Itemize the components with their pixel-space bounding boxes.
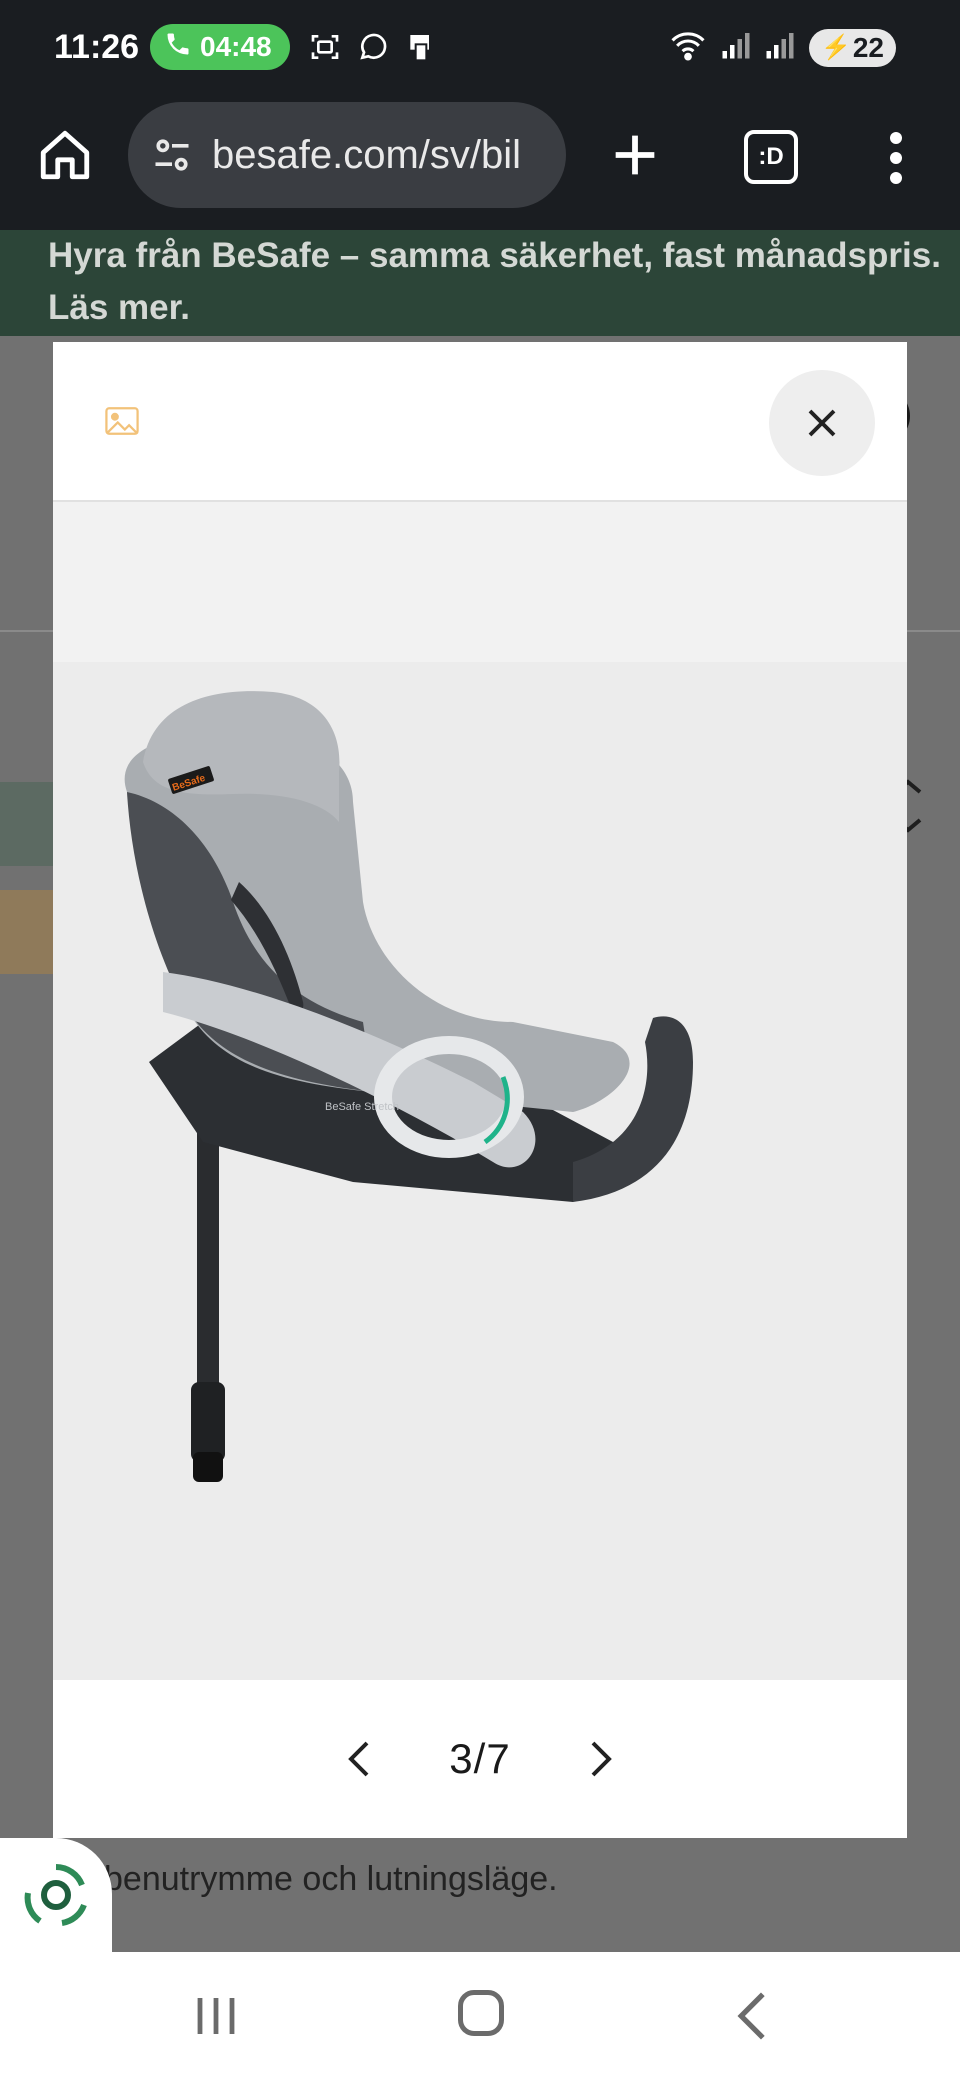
new-tab-button[interactable] bbox=[606, 126, 664, 184]
call-indicator[interactable]: 04:48 bbox=[150, 24, 290, 70]
battery-indicator: ⚡ 22 bbox=[808, 28, 896, 67]
chevron-right-icon bbox=[591, 1741, 612, 1777]
battery-level: 22 bbox=[852, 31, 884, 63]
overflow-menu-button[interactable] bbox=[876, 128, 916, 188]
close-button[interactable] bbox=[769, 370, 875, 476]
image-stage[interactable]: BeSafe BeSafe Stretch bbox=[53, 502, 907, 1680]
eco-badge[interactable] bbox=[0, 1838, 112, 1952]
background-tab bbox=[0, 890, 60, 974]
previous-image-button[interactable] bbox=[329, 1729, 389, 1789]
car-seat-image: BeSafe BeSafe Stretch bbox=[124, 691, 693, 1482]
recents-icon bbox=[197, 1998, 235, 2034]
image-icon bbox=[105, 406, 139, 436]
whatsapp-icon bbox=[356, 30, 390, 64]
wifi-icon bbox=[669, 28, 707, 67]
recycle-icon bbox=[24, 1864, 87, 1926]
phone-icon bbox=[164, 30, 192, 65]
next-image-button[interactable] bbox=[571, 1729, 631, 1789]
signal-icon-2 bbox=[765, 30, 795, 65]
back-button[interactable] bbox=[732, 1990, 772, 2042]
device-icon bbox=[404, 30, 438, 64]
browser-toolbar: besafe.com/sv/bil :D bbox=[0, 100, 960, 230]
plus-icon bbox=[615, 135, 655, 175]
screenshot-icon bbox=[308, 30, 342, 64]
clock: 11:26 bbox=[54, 28, 140, 66]
pager-count: 3/7 bbox=[449, 1735, 511, 1782]
base-label: BeSafe Stretch bbox=[325, 1101, 399, 1113]
call-timer: 04:48 bbox=[200, 31, 272, 62]
back-icon bbox=[737, 1992, 765, 2040]
lightbox-header bbox=[53, 342, 907, 502]
signal-icon bbox=[721, 30, 751, 65]
chevron-left-icon bbox=[348, 1741, 369, 1777]
close-icon bbox=[808, 409, 836, 437]
charging-icon: ⚡ bbox=[820, 34, 851, 61]
background-tab bbox=[0, 782, 60, 866]
promo-banner[interactable]: Hyra från BeSafe – samma säkerhet, fast … bbox=[0, 230, 960, 336]
image-lightbox: BeSafe BeSafe Stretch 3/7 bbox=[53, 342, 907, 1838]
home-icon bbox=[40, 130, 90, 180]
system-navigation-bar bbox=[0, 1952, 960, 2080]
gallery-pager: 3/7 bbox=[53, 1680, 907, 1838]
status-bar: 11:26 04:48 ⚡ 22 bbox=[0, 0, 960, 100]
recent-apps-button[interactable] bbox=[194, 1994, 238, 2038]
tab-switcher-button[interactable]: :D bbox=[744, 130, 798, 184]
site-settings-icon[interactable] bbox=[150, 133, 194, 177]
body-text: benutrymme och lutningsläge. bbox=[104, 1860, 558, 1898]
address-bar[interactable]: besafe.com/sv/bil bbox=[128, 102, 566, 208]
home-nav-button[interactable] bbox=[458, 1990, 504, 2036]
url-text[interactable]: besafe.com/sv/bil bbox=[212, 133, 542, 178]
home-button[interactable] bbox=[36, 126, 94, 184]
more-vert-icon bbox=[890, 132, 902, 184]
